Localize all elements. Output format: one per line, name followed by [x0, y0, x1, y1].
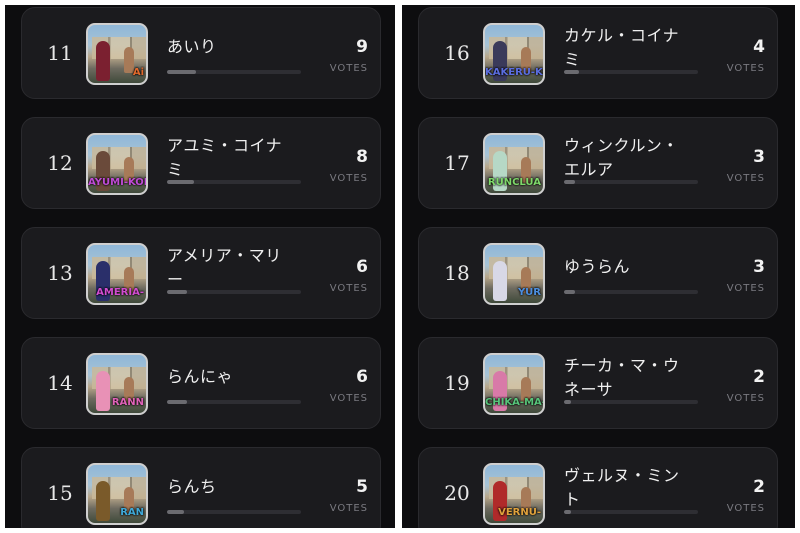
vote-progress-fill — [564, 290, 575, 294]
vote-progress-bar — [167, 400, 301, 404]
votes-label: VOTES — [726, 173, 765, 184]
votes-label: VOTES — [329, 63, 368, 74]
character-thumbnail: RUNCLUA — [483, 133, 545, 195]
character-name: アメリア・マリー — [167, 246, 282, 289]
character-name: らんち — [167, 477, 217, 496]
rank-number: 15 — [47, 481, 73, 505]
vote-count: 2 — [753, 477, 765, 497]
ranking-card[interactable]: 16 KAKERU-KOI カケル・コイナミ 4 VOTES — [418, 7, 778, 99]
vote-count: 6 — [356, 257, 368, 277]
votes-label: VOTES — [726, 393, 765, 404]
ranking-card[interactable]: 17 RUNCLUA ウィンクルン・エルア 3 VOTES — [418, 117, 778, 209]
votes-label: VOTES — [329, 283, 368, 294]
thumbnail-nameplate: RANN — [111, 397, 144, 408]
character-thumbnail: Ai — [86, 23, 148, 85]
thumbnail-nameplate: VERNU- — [498, 507, 541, 518]
votes-label: VOTES — [726, 503, 765, 514]
thumbnail-nameplate: YUR — [517, 287, 541, 298]
ranking-card[interactable]: 18 YUR ゆうらん 3 VOTES — [418, 227, 778, 319]
vote-count: 2 — [753, 367, 765, 387]
character-name: ヴェルヌ・ミント — [564, 466, 680, 509]
votes-label: VOTES — [726, 63, 765, 74]
character-name: らんにゃ — [167, 367, 234, 386]
ranking-card[interactable]: 12 AYUMI-KOI アユミ・コイナミ 8 VOTES — [21, 117, 381, 209]
character-thumbnail: AYUMI-KOI — [86, 133, 148, 195]
vote-progress-fill — [564, 70, 579, 74]
vote-progress-bar — [564, 400, 698, 404]
thumbnail-nameplate: RUNCLUA — [487, 177, 541, 188]
thumbnail-nameplate: AMERIA- — [96, 287, 144, 298]
vote-count: 4 — [753, 37, 765, 57]
vote-progress-bar — [167, 290, 301, 294]
vote-progress-fill — [564, 400, 571, 404]
vote-progress-bar — [564, 70, 698, 74]
vote-progress-fill — [167, 400, 188, 404]
vote-progress-fill — [167, 180, 194, 184]
ranking-card[interactable]: 19 CHIKA-MA-UN チーカ・マ・ウネーサ 2 VOTES — [418, 337, 778, 429]
character-thumbnail: YUR — [483, 243, 545, 305]
ranking-panel-right: 16 KAKERU-KOI カケル・コイナミ 4 VOTES 17 RUNCLUA ウィンクル… — [402, 5, 795, 528]
vote-progress-fill — [167, 510, 185, 514]
vote-count: 3 — [753, 147, 765, 167]
character-thumbnail: AMERIA- — [86, 243, 148, 305]
ranking-card[interactable]: 15 RAN らんち 5 VOTES — [21, 447, 381, 528]
character-name: アユミ・コイナミ — [167, 136, 283, 179]
vote-count: 3 — [753, 257, 765, 277]
character-thumbnail: VERNU- — [483, 463, 545, 525]
thumbnail-nameplate: Ai — [132, 67, 144, 78]
thumbnail-nameplate: AYUMI-KOI — [88, 177, 146, 188]
ranking-card[interactable]: 20 VERNU- ヴェルヌ・ミント 2 VOTES — [418, 447, 778, 528]
character-thumbnail: CHIKA-MA-UN — [483, 353, 545, 415]
character-name: ゆうらん — [564, 257, 631, 276]
vote-progress-bar — [564, 180, 698, 184]
rank-number: 19 — [444, 371, 470, 395]
rank-number: 12 — [47, 151, 73, 175]
vote-progress-fill — [564, 180, 575, 184]
votes-label: VOTES — [726, 283, 765, 294]
vote-progress-bar — [167, 70, 301, 74]
rank-number: 13 — [47, 261, 73, 285]
ranking-card[interactable]: 14 RANN らんにゃ 6 VOTES — [21, 337, 381, 429]
thumbnail-nameplate: KAKERU-KOI — [485, 67, 543, 78]
character-name: カケル・コイナミ — [564, 26, 680, 69]
vote-count: 6 — [356, 367, 368, 387]
votes-label: VOTES — [329, 503, 368, 514]
character-name: あいり — [167, 37, 217, 56]
character-name: ウィンクルン・エルア — [564, 136, 679, 179]
rank-number: 14 — [47, 371, 73, 395]
ranking-panel-left: 11 Ai あいり 9 VOTES 12 AYUMI-KOI アユミ・コイナミ 8 VOTES 13… — [5, 5, 395, 528]
vote-progress-bar — [564, 290, 698, 294]
rank-number: 18 — [444, 261, 470, 285]
vote-progress-bar — [167, 180, 301, 184]
vote-progress-fill — [167, 290, 188, 294]
ranking-card[interactable]: 13 AMERIA- アメリア・マリー 6 VOTES — [21, 227, 381, 319]
rank-number: 11 — [47, 41, 73, 65]
vote-count: 9 — [356, 37, 368, 57]
vote-count: 5 — [356, 477, 368, 497]
rank-number: 20 — [444, 481, 470, 505]
character-name: チーカ・マ・ウネーサ — [564, 356, 680, 399]
votes-label: VOTES — [329, 393, 368, 404]
rank-number: 17 — [444, 151, 470, 175]
vote-progress-bar — [167, 510, 301, 514]
vote-progress-bar — [564, 510, 698, 514]
character-thumbnail: RAN — [86, 463, 148, 525]
ranking-card[interactable]: 11 Ai あいり 9 VOTES — [21, 7, 381, 99]
thumbnail-nameplate: RAN — [120, 507, 144, 518]
votes-label: VOTES — [329, 173, 368, 184]
vote-count: 8 — [356, 147, 368, 167]
vote-progress-fill — [564, 510, 571, 514]
character-thumbnail: RANN — [86, 353, 148, 415]
thumbnail-nameplate: CHIKA-MA-UN — [485, 397, 543, 408]
character-thumbnail: KAKERU-KOI — [483, 23, 545, 85]
rank-number: 16 — [444, 41, 470, 65]
vote-progress-fill — [167, 70, 197, 74]
